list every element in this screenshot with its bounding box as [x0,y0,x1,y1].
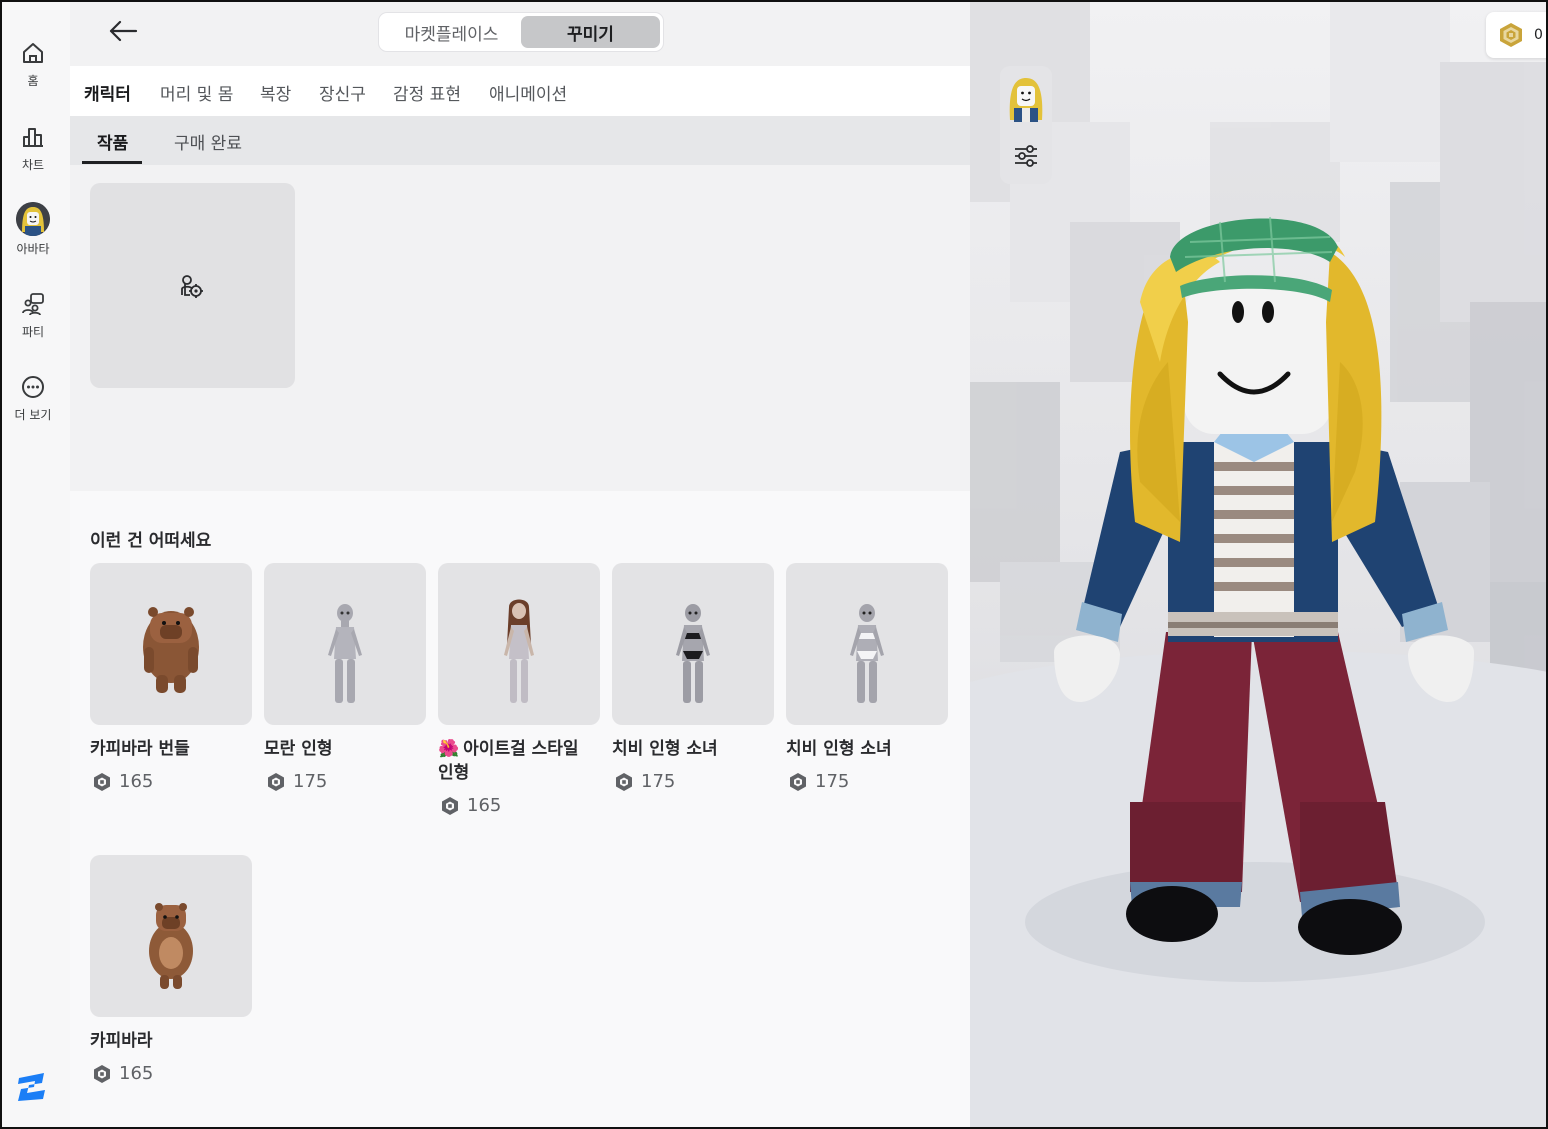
item-card-chibi-doll-white[interactable]: 치비 인형 소녀 175 [786,563,948,792]
white-swimsuit-doll-thumbnail [850,604,884,703]
avatar-headshot-icon[interactable] [1004,72,1048,124]
tab-emotes[interactable]: 감정 표현 [393,80,461,105]
segment-customize[interactable]: 꾸미기 [521,16,660,48]
robux-icon [94,1064,110,1083]
left-navigation: 홈 차트 아바타 파티 더 보기 [2,2,70,1127]
nav-party[interactable]: 파티 [2,291,64,340]
item-price-value: 175 [641,771,676,792]
item-price: 165 [438,795,600,816]
item-card-chibi-doll-black[interactable]: 치비 인형 소녀 175 [612,563,774,792]
app-frame: 홈 차트 아바타 파티 더 보기 마켓플레이스 꾸미기 캐릭터 머리 및 몸 복… [0,0,1548,1129]
owned-items-area [70,165,970,491]
capybara-thumbnail [149,903,193,989]
recommendations-section: 이런 건 어떠세요 카피바라 번들 165 모란 인형 175 🌺 아이트걸 스… [70,491,970,1127]
item-name-text: 아이트걸 스타일 인형 [438,739,579,783]
item-thumbnail [786,563,948,725]
hibiscus-emoji: 🌺 [438,739,460,759]
item-price-value: 165 [467,795,502,816]
robux-gold-icon [1500,23,1522,47]
subtab-creations[interactable]: 작품 [97,129,128,154]
item-thumbnail [90,563,252,725]
subtab-purchased[interactable]: 구매 완료 [174,129,242,154]
item-thumbnail [438,563,600,725]
tab-head-and-body[interactable]: 머리 및 몸 [160,80,233,105]
item-price: 175 [612,771,774,792]
black-swimsuit-doll-thumbnail [676,604,710,703]
create-character-icon [181,275,203,298]
robux-icon [442,796,458,815]
tab-accessories[interactable]: 장신구 [319,80,366,105]
robux-balance[interactable]: 0 [1486,12,1546,58]
nav-more-label: 더 보기 [14,408,52,422]
item-thumbnail [612,563,774,725]
nav-home-label: 홈 [27,74,39,88]
robux-balance-value: 0 [1534,27,1543,43]
nav-charts[interactable]: 차트 [2,124,64,173]
brunette-doll-thumbnail [504,599,534,703]
avatar-icon [16,202,50,236]
more-icon [22,376,44,398]
item-price: 175 [264,771,426,792]
item-price-value: 175 [293,771,328,792]
robux-icon [790,772,806,791]
item-price: 175 [786,771,948,792]
nav-avatar-label: 아바타 [16,242,50,256]
nav-avatar[interactable]: 아바타 [2,202,64,257]
category-tabs: 캐릭터 머리 및 몸 복장 장신구 감정 표현 애니메이션 [70,66,970,116]
back-arrow-icon[interactable] [106,16,140,46]
robux-icon [268,772,284,791]
tab-clothing[interactable]: 복장 [260,80,291,105]
item-price-value: 165 [119,1063,154,1084]
item-price-value: 175 [815,771,850,792]
roblox-studio-logo[interactable] [16,1070,48,1102]
item-price: 165 [90,1063,252,1084]
mode-segmented-control: 마켓플레이스 꾸미기 [378,12,664,52]
chart-icon [23,128,43,147]
recommendations-title: 이런 건 어떠세요 [90,531,212,551]
item-card-itgirl-doll[interactable]: 🌺 아이트걸 스타일 인형 165 [438,563,600,816]
create-character-button[interactable] [90,183,295,388]
capybara-bundle-thumbnail [143,607,199,693]
robux-icon [94,772,110,791]
item-price-value: 165 [119,771,154,792]
item-card-moran-doll[interactable]: 모란 인형 175 [264,563,426,792]
preview-side-tools [1000,66,1052,184]
item-card-capybara[interactable]: 카피바라 165 [90,855,252,1084]
item-name: 치비 인형 소녀 [612,739,718,759]
item-name: 🌺 아이트걸 스타일 인형 [438,737,600,785]
sub-tabs: 작품 구매 완료 [70,116,970,165]
item-name: 카피바라 [90,1031,153,1051]
catalog-panel: 캐릭터 머리 및 몸 복장 장신구 감정 표현 애니메이션 작품 구매 완료 이… [70,66,970,1127]
active-subtab-indicator [82,161,142,164]
home-icon [23,43,43,63]
item-card-capybara-bundle[interactable]: 카피바라 번들 165 [90,563,252,792]
item-thumbnail [264,563,426,725]
party-icon [22,293,44,316]
adjust-sliders-icon[interactable] [1012,142,1040,170]
item-name: 모란 인형 [264,739,333,759]
top-bar: 마켓플레이스 꾸미기 [70,2,970,66]
segment-marketplace[interactable]: 마켓플레이스 [382,16,521,48]
tab-animations[interactable]: 애니메이션 [489,80,567,105]
tab-character[interactable]: 캐릭터 [84,80,131,105]
avatar-preview[interactable]: 0 [970,2,1546,1127]
item-name: 카피바라 번들 [90,739,190,759]
nav-party-label: 파티 [21,325,45,339]
nav-charts-label: 차트 [21,158,45,172]
item-thumbnail [90,855,252,1017]
item-price: 165 [90,771,252,792]
robux-icon [616,772,632,791]
avatar-scene [970,2,1546,1127]
item-name: 치비 인형 소녀 [786,739,892,759]
nav-more[interactable]: 더 보기 [2,374,64,423]
nav-home[interactable]: 홈 [2,40,64,89]
gray-doll-thumbnail [328,604,362,703]
